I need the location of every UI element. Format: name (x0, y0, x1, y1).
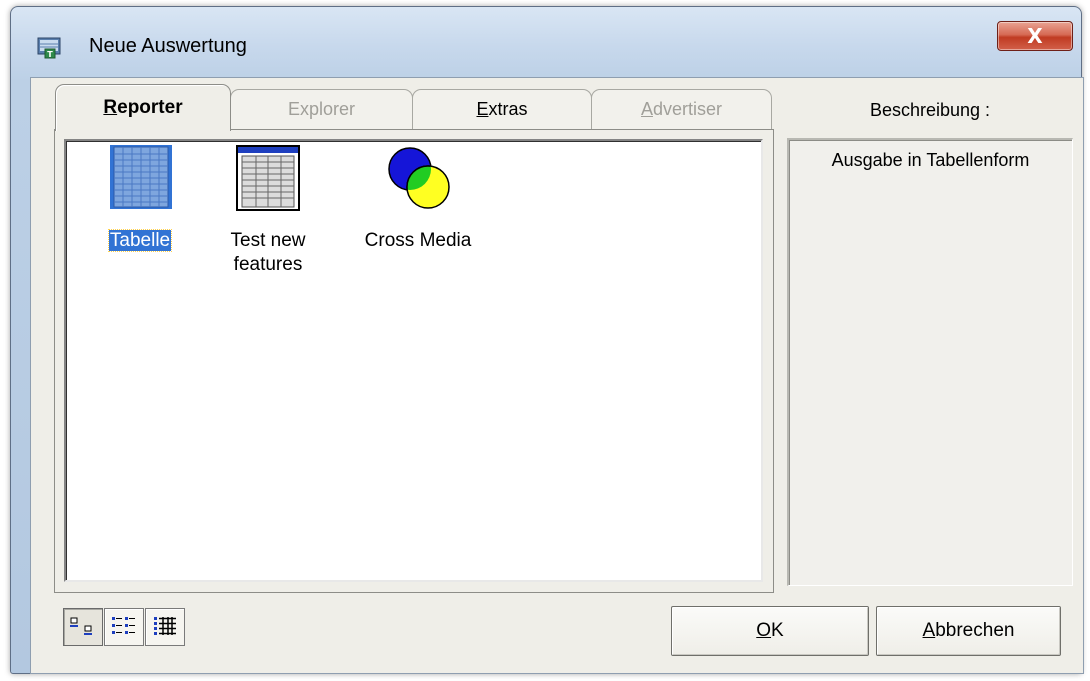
report-type-list[interactable]: Tabelle Test new features Cross Media (64, 139, 763, 582)
cancel-button[interactable]: Abbrechen (876, 606, 1061, 656)
details-view-button[interactable] (145, 608, 185, 646)
title-bar[interactable]: T Neue Auswertung X (11, 7, 1081, 77)
list-item-tabelle[interactable]: Tabelle (80, 145, 200, 255)
app-icon: T (37, 37, 61, 59)
ok-button-label: OK (756, 620, 784, 641)
cancel-button-label: Abbrechen (922, 620, 1015, 641)
tab-explorer[interactable]: Explorer (230, 89, 413, 129)
list-item-label: Test new features (230, 230, 306, 275)
list-item-cross-media[interactable]: Cross Media (358, 145, 478, 255)
list-item-label: Tabelle (107, 229, 173, 252)
tab-explorer-label: Explorer (287, 99, 356, 119)
tab-extras-label: Extras (476, 99, 528, 119)
dialog-window: T Neue Auswertung X Reporter Explorer Ex… (10, 6, 1084, 674)
close-button[interactable]: X (997, 21, 1073, 51)
list-view-icon (112, 617, 135, 634)
tab-advertiser-label: Advertiser (640, 99, 723, 119)
description-text: Ausgabe in Tabellenform (831, 150, 1030, 170)
description-title: Beschreibung : (869, 100, 991, 120)
spreadsheet-icon (236, 145, 300, 211)
venn-circles-icon (388, 147, 450, 209)
view-mode-toolbar (63, 608, 185, 648)
list-view-button[interactable] (104, 608, 144, 646)
dialog-client-area: Reporter Explorer Extras Advertiser Tabe… (30, 77, 1084, 674)
table-grid-icon (110, 145, 172, 209)
tab-reporter-label: Reporter (103, 97, 183, 118)
list-item-label: Cross Media (364, 230, 472, 251)
tab-panel-reporter: Tabelle Test new features Cross Media (54, 129, 774, 593)
large-icons-view-icon (70, 617, 92, 635)
window-title: Neue Auswertung (89, 35, 247, 57)
tab-extras[interactable]: Extras (412, 89, 592, 129)
tab-reporter[interactable]: Reporter (55, 84, 231, 131)
ok-button[interactable]: OK (671, 606, 869, 656)
details-view-icon (154, 617, 176, 635)
list-item-test-new-features[interactable]: Test new features (208, 145, 328, 275)
description-panel: Ausgabe in Tabellenform (787, 138, 1073, 586)
svg-text:T: T (47, 50, 53, 59)
large-icons-view-button[interactable] (63, 608, 103, 646)
tab-advertiser[interactable]: Advertiser (591, 89, 772, 129)
